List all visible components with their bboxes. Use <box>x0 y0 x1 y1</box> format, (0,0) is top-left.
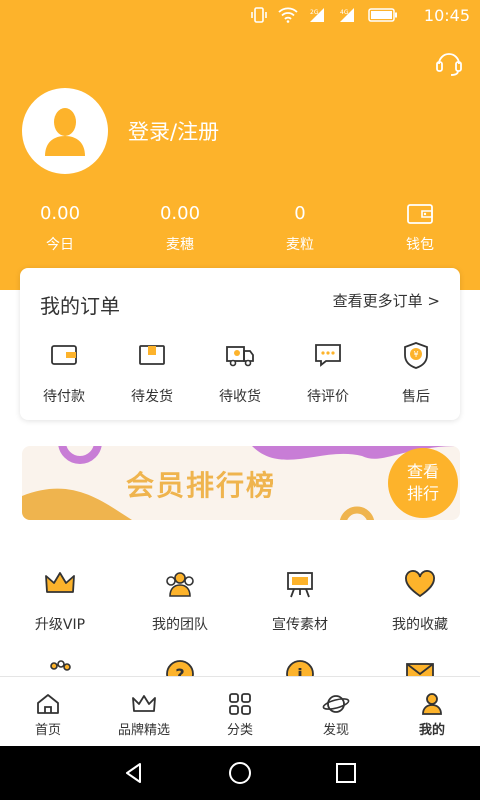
android-nav-bar <box>0 746 480 800</box>
status-time: 10:45 <box>423 6 470 25</box>
stat-maisui[interactable]: 0.00 麦穗 <box>130 200 230 254</box>
orders-title: 我的订单 <box>40 294 120 318</box>
tab-label: 我的 <box>418 723 445 738</box>
svg-text:2G: 2G <box>310 9 319 16</box>
stat-maili[interactable]: 0 麦粒 <box>250 200 350 254</box>
tab-discover[interactable]: 发现 <box>288 693 384 738</box>
tab-mine[interactable]: 我的 <box>384 693 480 738</box>
svg-text:¥: ¥ <box>413 350 418 359</box>
my-team-item[interactable]: 我的团队 <box>125 570 235 634</box>
wallet-icon <box>407 204 433 224</box>
bottom-tab-bar: 首页 品牌精选 分类 发现 我的 <box>0 676 480 747</box>
tab-label: 发现 <box>322 723 349 738</box>
order-after-sales[interactable]: ¥ 售后 <box>372 340 460 406</box>
avatar[interactable] <box>22 88 108 174</box>
heart-icon <box>405 570 435 598</box>
stat-label: 麦穗 <box>166 237 194 253</box>
banner-title: 会员排行榜 <box>126 469 277 502</box>
my-favorites-item[interactable]: 我的收藏 <box>365 570 475 634</box>
stat-label: 麦粒 <box>286 237 314 253</box>
svg-text:4G: 4G <box>340 9 349 16</box>
home-icon <box>37 694 59 714</box>
planet-icon <box>322 695 350 713</box>
order-pending-payment[interactable]: 待付款 <box>20 340 108 406</box>
promo-materials-item[interactable]: 宣传素材 <box>245 570 355 634</box>
customer-service-button[interactable] <box>434 48 464 78</box>
stats-row: 0.00 今日 0.00 麦穗 0 麦粒 钱包 <box>0 200 480 260</box>
truck-icon <box>226 346 254 367</box>
stat-wallet[interactable]: 钱包 <box>370 200 470 254</box>
tab-label: 首页 <box>34 723 61 738</box>
package-icon <box>139 345 165 365</box>
stat-value: 0.00 <box>159 203 201 224</box>
order-item-label: 待收货 <box>219 389 261 405</box>
order-item-label: 待发货 <box>131 389 173 405</box>
user-icon <box>422 693 442 715</box>
button-line-2: 排行 <box>406 484 439 503</box>
my-orders-card: 我的订单 查看更多订单 > 待付款 待发货 待收货 待评价 ¥ 售后 <box>20 268 460 420</box>
battery-icon <box>368 8 397 22</box>
stat-today[interactable]: 0.00 今日 <box>10 200 110 254</box>
shield-icon: ¥ <box>404 342 428 369</box>
stat-label: 钱包 <box>406 237 434 253</box>
status-bar: 2G 4G 10:45 <box>0 0 480 32</box>
view-ranking-button[interactable]: 查看 排行 <box>388 448 458 518</box>
order-item-label: 售后 <box>402 389 430 405</box>
signal-2g-icon: 2G <box>310 8 324 22</box>
recents-icon[interactable] <box>334 761 358 785</box>
stat-label: 今日 <box>46 237 74 253</box>
order-item-label: 待付款 <box>43 389 85 405</box>
function-label: 我的收藏 <box>392 617 448 633</box>
upgrade-vip-item[interactable]: 升级VIP <box>5 570 115 634</box>
tab-home[interactable]: 首页 <box>0 693 96 738</box>
button-line-1: 查看 <box>406 462 439 481</box>
wallet-icon <box>51 345 77 365</box>
tab-category[interactable]: 分类 <box>192 693 288 738</box>
grid-icon <box>229 693 251 715</box>
tab-label: 分类 <box>226 723 253 738</box>
tab-brand-selection[interactable]: 品牌精选 <box>96 693 192 738</box>
login-register-link[interactable]: 登录/注册 <box>128 116 219 146</box>
function-label: 升级VIP <box>34 617 86 633</box>
wifi-icon <box>278 7 298 23</box>
stat-value: 0.00 <box>39 203 81 224</box>
member-ranking-banner[interactable]: 会员排行榜 查看 排行 <box>22 446 460 520</box>
user-silhouette-icon <box>45 108 85 156</box>
view-more-orders-link[interactable]: 查看更多订单 > <box>333 290 440 311</box>
order-pending-receipt[interactable]: 待收货 <box>196 340 284 406</box>
signal-4g-icon: 4G <box>340 8 354 22</box>
function-label: 我的团队 <box>152 617 208 633</box>
crown-icon <box>132 695 156 712</box>
stat-value: 0 <box>294 203 306 224</box>
back-icon[interactable] <box>122 761 146 785</box>
vibrate-icon <box>251 7 267 23</box>
function-label: 宣传素材 <box>272 617 328 633</box>
comment-icon <box>315 344 341 367</box>
crown-icon <box>45 572 75 593</box>
tab-label: 品牌精选 <box>117 723 170 738</box>
order-item-label: 待评价 <box>307 389 349 405</box>
home-circle-icon[interactable] <box>228 761 252 785</box>
team-icon <box>166 572 194 597</box>
order-pending-shipment[interactable]: 待发货 <box>108 340 196 406</box>
headset-icon <box>436 53 462 76</box>
order-pending-review[interactable]: 待评价 <box>284 340 372 406</box>
easel-icon <box>287 572 313 598</box>
